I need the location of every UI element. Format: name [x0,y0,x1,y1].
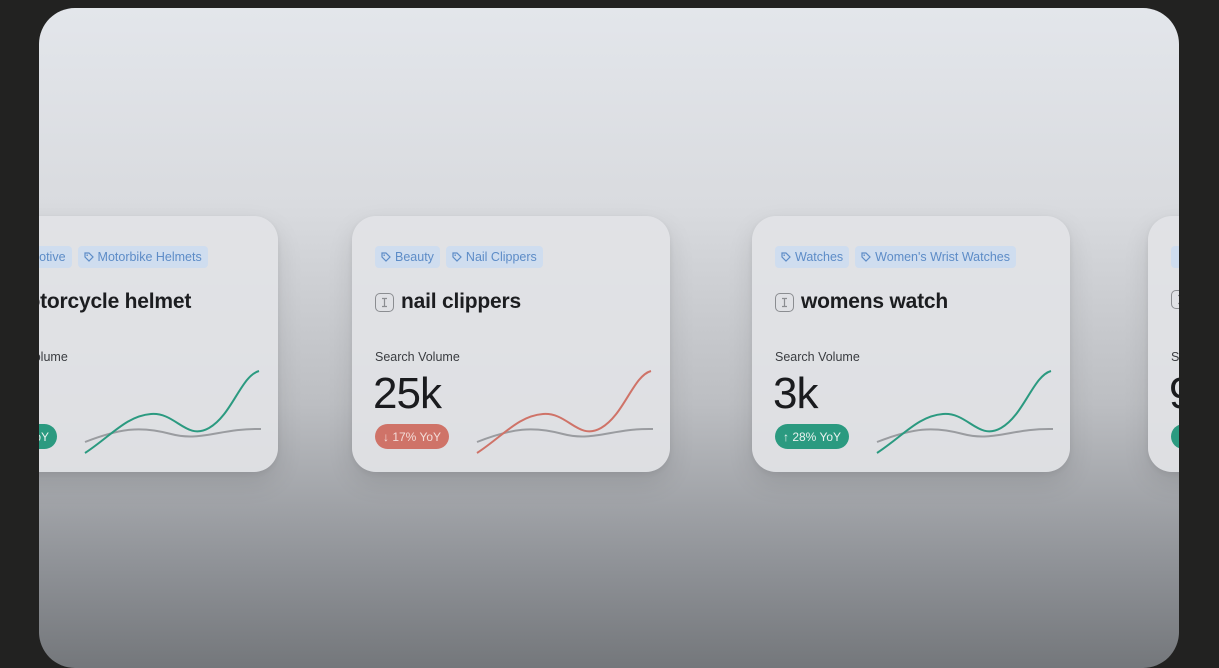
text-cursor-icon [375,292,394,312]
category-tags: Watches Women's Wrist Watches [775,246,1016,268]
category-tag[interactable]: Beauty [375,246,440,268]
category-tag[interactable]: Women's Wrist Watches [855,246,1016,268]
baseline-line [876,427,1054,443]
category-tag[interactable]: Nail Clippers [445,246,543,268]
category-tags: Beauty Nail Clippers [375,246,543,268]
text-cursor-icon [775,292,794,312]
tag-label: Watches [795,250,844,264]
tag-label: Motorbike Helmets [97,250,202,264]
keyword-title: nail clippers [401,290,521,313]
keyword-card-partial[interactable]: S 9 [1148,216,1179,472]
trend-line [476,370,652,454]
tag-icon [861,252,872,262]
keyword-title: womens watch [801,290,948,313]
category-tag[interactable]: Watches [775,246,850,268]
baseline-line [84,427,262,443]
tag-icon [381,252,391,262]
search-volume-value: 25k [373,369,442,418]
search-volume-label: S [1171,350,1179,364]
trend-sparkline [476,370,654,454]
category-tag[interactable] [1171,246,1179,268]
tag-label: Automotive [39,250,66,264]
category-tags: Automotive Motorbike Helmets [39,246,208,268]
search-volume-value: 9 [1169,372,1179,416]
search-volume-value: 3k [773,369,818,418]
trend-line [84,370,260,454]
yoy-badge: ↓ 17% YoY [375,424,450,449]
trend-line [876,370,1052,454]
keyword-title: motorcycle helmet [39,290,192,313]
tag-label: Nail Clippers [465,250,537,264]
tag-icon [781,252,791,262]
keyword-card-motorcycle-helmet[interactable]: Automotive Motorbike Helmets motorcycle … [39,216,278,472]
text-cursor-icon [1171,290,1179,309]
trend-sparkline [876,370,1054,454]
category-tag[interactable]: Automotive [39,246,72,268]
trend-sparkline [84,370,262,454]
baseline-line [476,427,654,443]
search-volume-label: Search Volume [775,350,860,364]
yoy-badge [1171,424,1179,449]
tag-label: Beauty [395,250,434,264]
tag-label: Women's Wrist Watches [875,250,1010,264]
tag-icon [452,252,462,262]
search-volume-label: Search Volume [375,350,460,364]
search-volume-label: Search Volume [39,350,68,364]
category-tags [1171,246,1179,268]
keyword-card-nail-clippers[interactable]: Beauty Nail Clippers nail clippers Searc… [352,216,670,472]
screen-frame: Automotive Motorbike Helmets motorcycle … [39,8,1179,668]
tag-icon [83,252,94,262]
category-tag[interactable]: Motorbike Helmets [77,246,208,268]
yoy-badge: ↑ 28% YoY [39,424,58,449]
keyword-card-womens-watch[interactable]: Watches Women's Wrist Watches womens wat… [752,216,1070,472]
yoy-badge: ↑ 28% YoY [775,424,850,449]
